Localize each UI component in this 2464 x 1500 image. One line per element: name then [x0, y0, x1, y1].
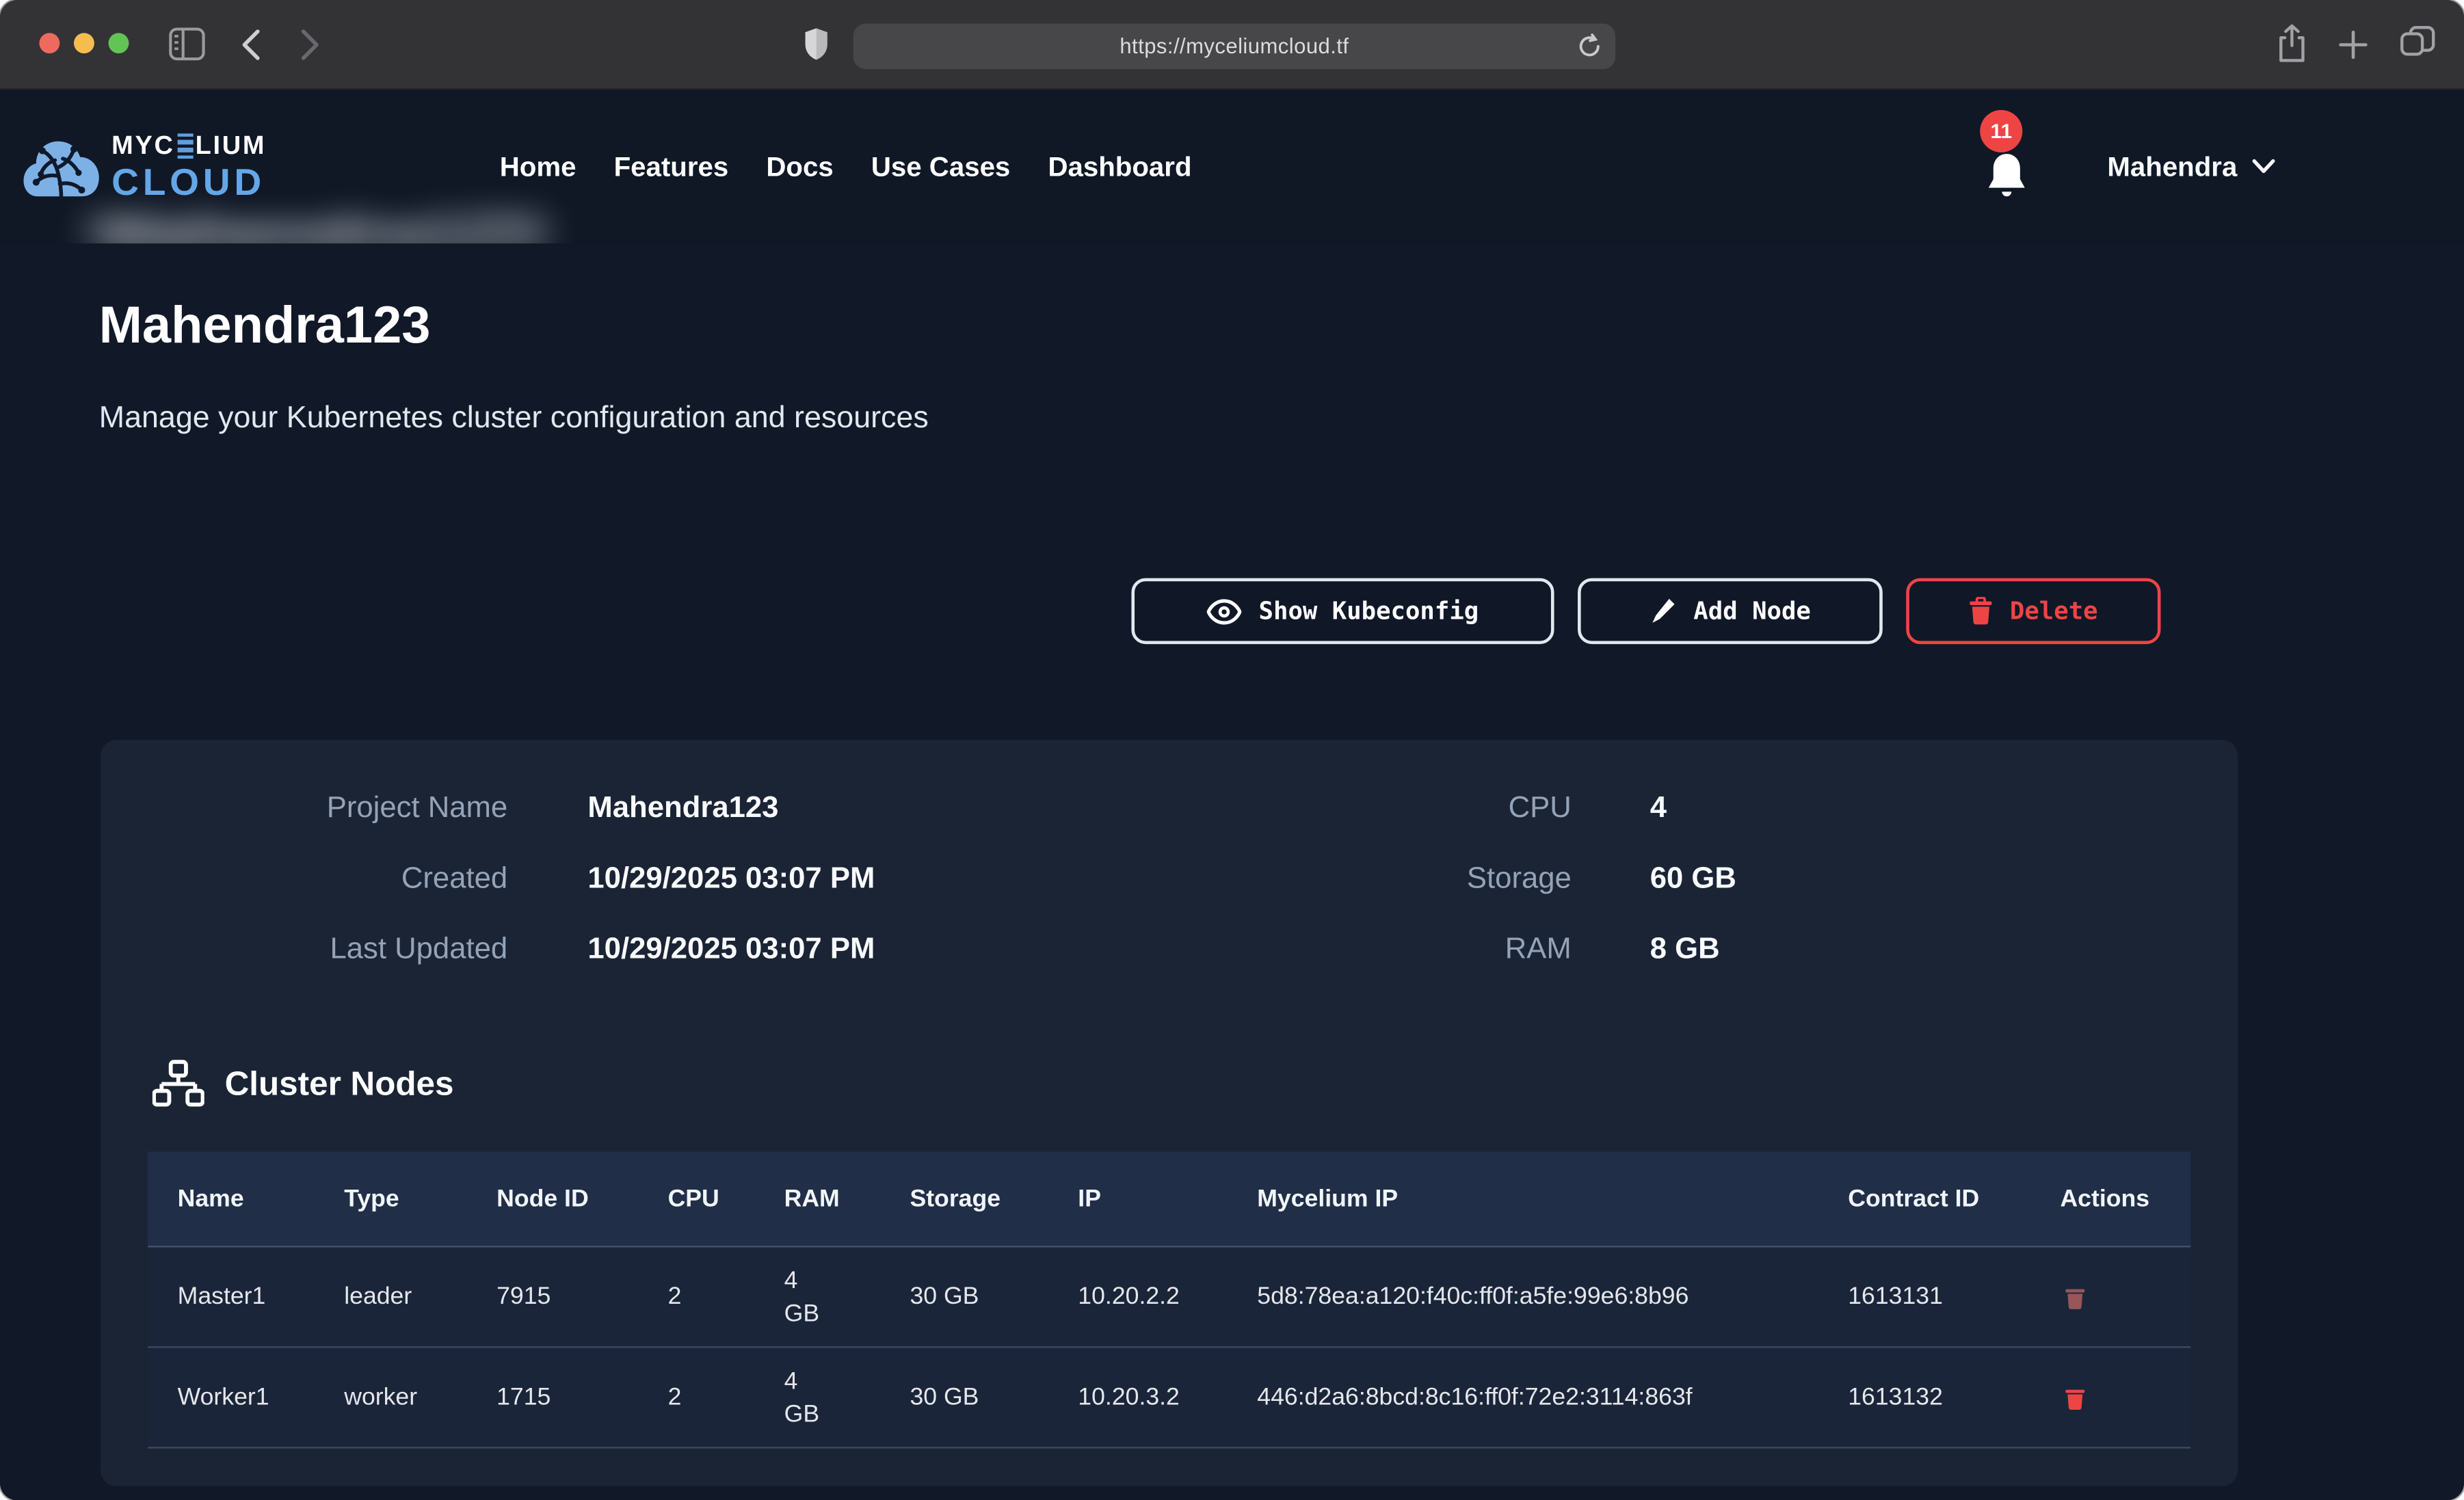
last-updated-value: 10/29/2025 03:07 PM — [587, 933, 875, 968]
page-subtitle: Manage your Kubernetes cluster configura… — [99, 401, 929, 437]
notification-badge: 11 — [1980, 110, 2022, 152]
eye-icon — [1207, 598, 1242, 624]
cell-type: worker — [315, 1383, 467, 1411]
url-text: https://myceliumcloud.tf — [1120, 35, 1349, 58]
new-tab-icon[interactable] — [2338, 30, 2368, 60]
network-nodes-icon — [153, 1059, 204, 1111]
cell-contract-id: 1613131 — [1818, 1283, 2030, 1311]
cell-mycelium-ip: 446:d2a6:8bcd:8c16:ff0f:72e2:3114:863f — [1257, 1380, 1784, 1415]
shield-icon[interactable] — [803, 27, 830, 62]
ram-value: 8 GB — [1650, 933, 1720, 968]
site-navbar: Mahendra123 — [0, 90, 2464, 243]
table-header-row: Name Type Node ID CPU RAM Storage IP Myc… — [148, 1151, 2190, 1247]
col-cpu: CPU — [638, 1183, 754, 1214]
cpu-value: 4 — [1650, 792, 1667, 827]
col-name: Name — [148, 1183, 315, 1214]
browser-window: https://myceliumcloud.tf — [0, 0, 2464, 1500]
project-name-value: Mahendra123 — [587, 792, 778, 827]
user-name: Mahendra — [2107, 150, 2237, 183]
delete-node-button[interactable] — [2065, 1284, 2085, 1309]
cell-ip: 10.20.2.2 — [1048, 1283, 1228, 1311]
add-node-button[interactable]: Add Node — [1578, 578, 1883, 645]
tab-overview-icon[interactable] — [2400, 25, 2436, 62]
nav-item-docs[interactable]: Docs — [766, 150, 833, 183]
stylized-e-glyph — [177, 133, 193, 159]
created-value: 10/29/2025 03:07 PM — [587, 863, 875, 898]
add-node-label: Add Node — [1693, 597, 1811, 625]
table-row: Master1 leader 7915 2 4 GB 30 GB 10.20.2… — [148, 1247, 2190, 1348]
cell-node-id: 7915 — [466, 1283, 637, 1311]
trash-icon — [1969, 597, 1992, 625]
delete-label: Delete — [2010, 597, 2098, 625]
nav-item-dashboard[interactable]: Dashboard — [1048, 150, 1191, 183]
back-icon[interactable] — [241, 28, 261, 61]
bell-icon — [1985, 151, 2028, 202]
col-ram: RAM — [754, 1183, 880, 1214]
refresh-icon[interactable] — [1578, 33, 1601, 59]
cluster-nodes-heading: Cluster Nodes — [153, 1059, 454, 1111]
nodes-table: Name Type Node ID CPU RAM Storage IP Myc… — [148, 1151, 2190, 1448]
show-kubeconfig-label: Show Kubeconfig — [1259, 597, 1479, 625]
cell-mycelium-ip: 5d8:78ea:a120:f40c:ff0f:a5fe:99e6:8b96 — [1257, 1280, 1784, 1315]
col-actions: Actions — [2030, 1183, 2190, 1214]
project-name-label: Project Name — [162, 792, 508, 827]
cpu-label: CPU — [1226, 792, 1572, 827]
nav-item-use-cases[interactable]: Use Cases — [871, 150, 1010, 183]
brand-logo[interactable]: MYCLIUM CLOUD — [22, 127, 266, 209]
screenshot-stage: https://myceliumcloud.tf — [0, 0, 2464, 1500]
brand-wordmark: MYCLIUM CLOUD — [111, 131, 266, 205]
cell-cpu: 2 — [638, 1283, 754, 1311]
forward-icon[interactable] — [300, 28, 321, 61]
show-kubeconfig-button[interactable]: Show Kubeconfig — [1131, 578, 1554, 645]
cell-storage: 30 GB — [880, 1383, 1048, 1411]
table-row: Worker1 worker 1715 2 4 GB 30 GB 10.20.3… — [148, 1348, 2190, 1449]
cell-ram: 4 GB — [784, 1365, 825, 1431]
storage-value: 60 GB — [1650, 863, 1736, 898]
close-window-button[interactable] — [39, 33, 59, 53]
address-bar[interactable]: https://myceliumcloud.tf — [853, 23, 1615, 69]
nav-item-features[interactable]: Features — [614, 150, 729, 183]
delete-node-button[interactable] — [2065, 1385, 2085, 1410]
zoom-window-button[interactable] — [109, 33, 129, 53]
cell-name: Master1 — [148, 1283, 315, 1311]
browser-toolbar: https://myceliumcloud.tf — [0, 0, 2464, 90]
share-icon[interactable] — [2275, 23, 2308, 64]
webpage: Mahendra123 Manage your Kubernetes clust… — [0, 90, 2464, 1500]
nav-item-home[interactable]: Home — [500, 150, 577, 183]
sidebar-toggle-icon[interactable] — [168, 27, 206, 62]
cloud-logo-icon — [22, 127, 101, 209]
col-contract-id: Contract ID — [1818, 1183, 2030, 1214]
user-menu[interactable]: Mahendra — [2107, 90, 2275, 243]
storage-label: Storage — [1226, 863, 1572, 898]
cell-cpu: 2 — [638, 1383, 754, 1411]
cell-type: leader — [315, 1283, 467, 1311]
cell-contract-id: 1613132 — [1818, 1383, 2030, 1411]
minimize-window-button[interactable] — [74, 33, 94, 53]
cell-ip: 10.20.3.2 — [1048, 1383, 1228, 1411]
cluster-details-panel: Project Name Mahendra123 CPU 4 Created 1… — [101, 740, 2238, 1486]
ram-label: RAM — [1226, 933, 1572, 968]
col-mycelium-ip: Mycelium IP — [1228, 1183, 1818, 1214]
cluster-nodes-title: Cluster Nodes — [225, 1065, 454, 1104]
page-title: Mahendra123 — [99, 295, 431, 355]
cell-storage: 30 GB — [880, 1283, 1048, 1311]
last-updated-label: Last Updated — [162, 933, 508, 968]
cell-ram: 4 GB — [784, 1264, 825, 1330]
nav-links: Home Features Docs Use Cases Dashboard — [500, 90, 1192, 243]
col-ip: IP — [1048, 1183, 1228, 1214]
chevron-down-icon — [2251, 159, 2275, 174]
col-storage: Storage — [880, 1183, 1048, 1214]
cell-name: Worker1 — [148, 1383, 315, 1411]
col-node-id: Node ID — [466, 1183, 637, 1214]
pencil-icon — [1650, 597, 1676, 625]
created-label: Created — [162, 863, 508, 898]
notifications-button[interactable]: 11 — [1968, 90, 2056, 243]
col-type: Type — [315, 1183, 467, 1214]
delete-cluster-button[interactable]: Delete — [1906, 578, 2160, 645]
cell-node-id: 1715 — [466, 1383, 637, 1411]
